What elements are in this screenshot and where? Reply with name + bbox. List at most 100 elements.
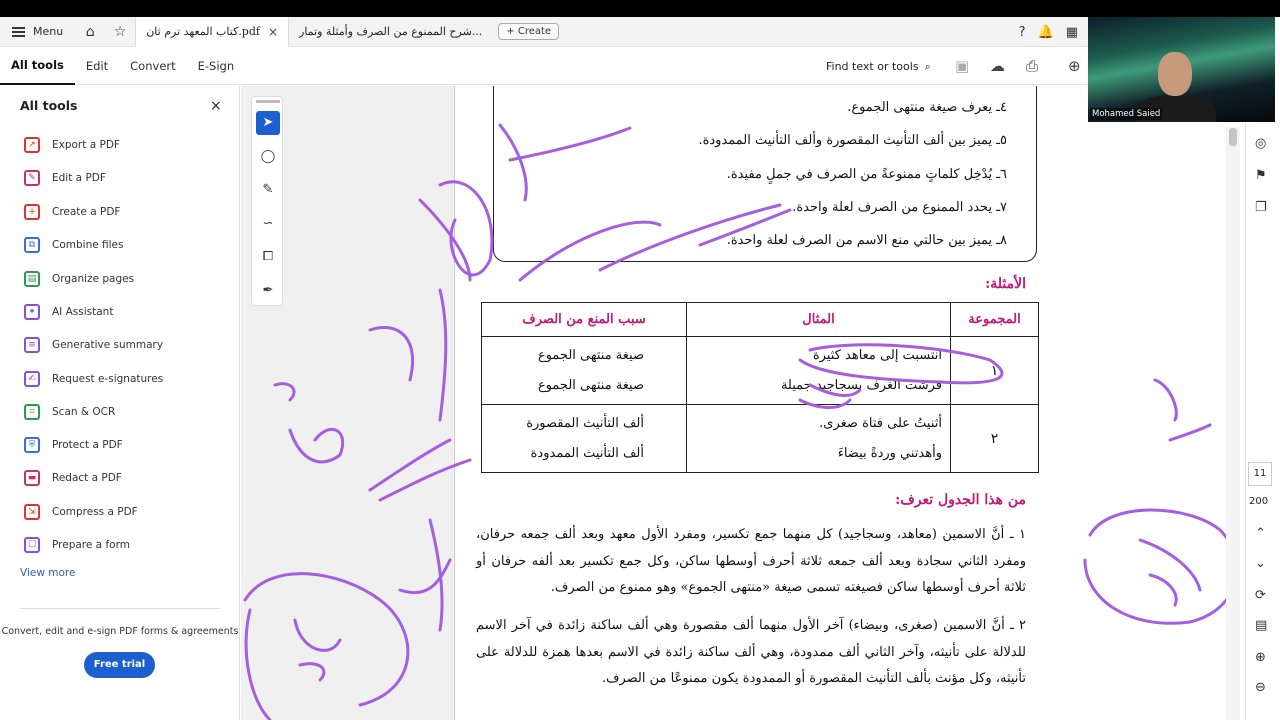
find-tools-search[interactable]: Find text or tools ⌕ [826,48,931,85]
all-tools-panel: All tools × ↗ Export a PDF ✎ Edit a PDF + C… [0,86,240,720]
scroll-down-chevron-icon[interactable]: ⌄ [1255,556,1266,571]
search-icon: ⌕ [924,59,931,73]
tab-close-icon[interactable]: × [268,25,278,39]
tool-generative-summary[interactable]: ≡ Generative summary [24,335,163,355]
upload-cloud-icon[interactable]: ☁ [990,57,1005,75]
tool-label: Organize pages [52,273,135,285]
learn-heading: من هذا الجدول تعرف: [895,492,1026,508]
document-content: ٤ـ يعرف صيغة منتهى الجموع. ٥ـ يميز بين أ… [454,86,1065,720]
save-icon[interactable]: ▣ [955,57,969,75]
help-icon[interactable]: ? [1019,25,1026,40]
column-header: المثال [686,302,951,337]
select-cursor-icon[interactable]: ➤ [256,111,280,135]
reason-cell: صيغة منتهى الجموع صيغة منتهى الجموع [481,336,687,405]
tool-redact-pdf[interactable]: ▬ Redact a PDF [24,468,122,488]
tab-title: كتاب المعهد ترم ثان.pdf [146,25,260,38]
compress-pdf-icon: ⇲ [24,504,40,520]
tool-organize-pages[interactable]: ▤ Organize pages [24,269,134,289]
column-header: سبب المنع من الصرف [481,302,687,337]
tool-label: Generative summary [52,339,164,351]
tool-label: Export a PDF [52,139,120,151]
objective-item: ٦ـ يُدْخِل كلماتٍ ممنوعةً من الصرف في جم… [726,167,1007,182]
home-icon[interactable]: ⌂ [75,24,105,40]
scroll-up-chevron-icon[interactable]: ⌃ [1255,526,1266,541]
examples-heading: الأمثلة: [985,276,1026,292]
menu-convert[interactable]: Convert [119,48,186,85]
vertical-scrollbar[interactable] [1226,127,1240,720]
panel-close-icon[interactable]: × [210,98,222,114]
fill-sign-icon[interactable]: ✒ [256,279,280,303]
generative-summary-icon: ≡ [24,337,40,353]
tool-label: AI Assistant [52,306,114,318]
bookmark-icon[interactable]: ⚑ [1255,168,1267,183]
scrollbar-thumb[interactable] [1229,128,1237,146]
reason-line: ألف التأنيث المقصورة [526,415,644,431]
export-pdf-icon: ↗ [24,137,40,153]
menu-edit[interactable]: Edit [75,48,119,85]
zoom-in-icon[interactable]: ⊕ [1255,650,1266,665]
tool-compress-pdf[interactable]: ⇲ Compress a PDF [24,502,138,522]
main-toolbar: All tools Edit Convert E-Sign Find text … [0,48,1088,85]
edit-pdf-icon: ✎ [24,170,40,186]
tool-combine-files[interactable]: ⧉ Combine files [24,235,123,255]
webcam-overlay: Mohamed Saied [1088,17,1275,122]
create-pdf-icon: + [24,204,40,220]
page-number-input[interactable]: 11 [1248,462,1272,486]
bell-icon[interactable]: 🔔 [1038,25,1054,40]
comment-icon[interactable]: ◯ [256,145,280,169]
example-cell: انتسبت إلى معاهد كثيرة فرشت الغرف بسجاجيد… [686,336,951,405]
tool-export-pdf[interactable]: ↗ Export a PDF [24,135,120,155]
tool-ai-assistant[interactable]: ✦ AI Assistant [24,302,113,322]
free-trial-button[interactable]: Free trial [84,652,155,678]
zoom-out-icon[interactable]: ⊖ [1255,680,1266,695]
tab-title: شرح الممنوع من الصرف وأمثلة وتمار... [299,25,483,38]
explanation-paragraph: ١ ـ أنَّ الاسمين (معاهد، وسجاجيد) كل منه… [476,527,1026,595]
comments-panel-icon[interactable]: ◎ [1255,136,1266,151]
highlight-pen-icon[interactable]: ✎ [256,178,280,202]
text-box-icon[interactable]: ⧠ [256,245,280,269]
print-icon[interactable]: ⎙ [1026,57,1038,75]
reason-cell: ألف التأنيث المقصورة ألف التأنيث الممدودة [481,404,687,473]
examples-table: المجموعة المثال سبب المنع من الصرف ١ انت… [481,302,1039,473]
reason-line: صيغة منتهى الجموع [537,347,644,363]
tab-active-document[interactable]: كتاب المعهد ترم ثان.pdf × [135,16,290,47]
table-row: ٢ أثنيتُ على فتاة صغرى. وأهدتني وردةً بيض… [481,404,1039,473]
tool-label: Request e-signatures [52,373,164,385]
quick-tools-bar: ➤ ◯ ✎ ∽ ⧠ ✒ [251,96,283,306]
zoom-level[interactable]: 200 [1249,496,1268,507]
tool-request-esign[interactable]: ✍ Request e-signatures [24,369,163,389]
page-thumbnails-icon[interactable]: ❐ [1255,200,1267,215]
group-cell: ١ [950,336,1039,405]
tool-prepare-form[interactable]: ☐ Prepare a form [24,535,130,555]
scan-ocr-icon: ⌗ [24,404,40,420]
share-icon[interactable]: ⊕ [1068,57,1081,75]
table-row: ١ انتسبت إلى معاهد كثيرة فرشت الغرف بسجاج… [481,336,1039,405]
example-line: وأهدتني وردةً بيضاءَ [837,445,942,461]
table-header-row: المجموعة المثال سبب المنع من الصرف [481,302,1039,337]
drag-handle[interactable] [256,100,280,103]
apps-grid-icon[interactable]: ▦ [1066,25,1078,40]
refresh-icon[interactable]: ⟳ [1255,588,1266,603]
find-label: Find text or tools [826,60,919,73]
view-more-link[interactable]: View more [20,567,75,579]
page-info-icon[interactable]: ▤ [1255,618,1267,633]
tool-create-pdf[interactable]: + Create a PDF [24,202,120,222]
menu-esign[interactable]: E-Sign [187,48,246,85]
right-rail: ◎ ⚑ ❐ ⌃ ⌄ ⟳ ▤ ⊕ ⊖ [1245,122,1280,720]
objective-item: ٥ـ يميز بين ألف التأنيث المقصورة وألف ال… [698,133,1007,148]
create-button[interactable]: + Create [498,23,560,40]
menu-all-tools[interactable]: All tools [0,48,75,85]
menu-button[interactable]: Menu [0,25,75,38]
example-cell: أثنيتُ على فتاة صغرى. وأهدتني وردةً بيضاء… [686,404,951,473]
tool-protect-pdf[interactable]: ⛨ Protect a PDF [24,435,123,455]
tool-edit-pdf[interactable]: ✎ Edit a PDF [24,168,106,188]
star-icon[interactable]: ☆ [105,24,135,40]
tab-second-document[interactable]: شرح الممنوع من الصرف وأمثلة وتمار... [289,17,492,47]
draw-freehand-icon[interactable]: ∽ [256,212,280,236]
combine-files-icon: ⧉ [24,237,40,253]
tabbar-right-icons: ? 🔔 ▦ [1019,17,1078,47]
column-header: المجموعة [950,302,1039,337]
prepare-form-icon: ☐ [24,537,40,553]
tool-label: Create a PDF [52,206,121,218]
tool-scan-ocr[interactable]: ⌗ Scan & OCR [24,402,115,422]
